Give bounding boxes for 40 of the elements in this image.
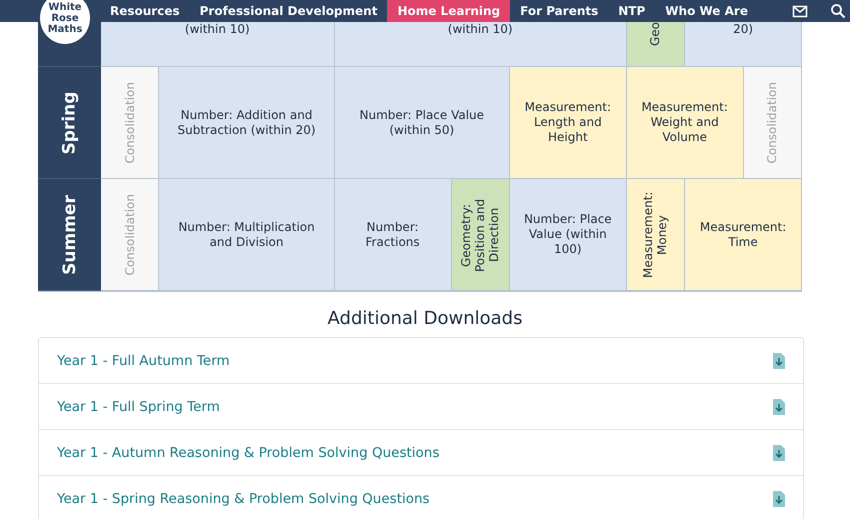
topic-cell: Number: Fractions <box>334 179 452 291</box>
topic-cell: Geo <box>626 22 686 67</box>
topic-cell: Measurement: Money <box>626 179 686 291</box>
mail-icon[interactable] <box>792 3 808 19</box>
file-download-icon[interactable] <box>773 352 785 368</box>
topic-cell: 20) <box>685 22 802 67</box>
topic-cell: Consolidation <box>101 179 160 291</box>
nav-link[interactable]: Home Learning <box>387 0 510 22</box>
topic-cell: Measurement: Time <box>685 179 802 291</box>
file-download-icon[interactable] <box>773 398 785 414</box>
nav-link[interactable]: NTP <box>608 0 656 22</box>
download-link[interactable]: Year 1 - Full Spring Term <box>57 398 220 414</box>
download-link[interactable]: Year 1 - Full Autumn Term <box>57 352 230 368</box>
download-row[interactable]: Year 1 - Full Autumn Term <box>39 338 803 384</box>
topic-cell: Measurement: Weight and Volume <box>626 67 744 179</box>
topic-cell: (within 10) <box>334 22 627 67</box>
topic-cell: Number: Addition and Subtraction (within 20) <box>159 67 335 179</box>
nav-link[interactable]: Professional Development <box>190 0 388 22</box>
topic-cell: Measurement: Length and Height <box>510 67 627 179</box>
download-row[interactable]: Year 1 - Full Spring Term <box>39 384 803 430</box>
season-header: Summer <box>38 179 101 291</box>
topic-cell: (within 10) <box>101 22 335 67</box>
search-icon[interactable] <box>830 3 846 19</box>
download-link[interactable]: Year 1 - Autumn Reasoning & Problem Solving Questions <box>57 444 440 460</box>
nav-link[interactable]: Who We Are <box>655 0 758 22</box>
download-row[interactable]: Year 1 - Spring Reasoning & Problem Solving Questions <box>39 476 803 519</box>
topic-cell: Number: Multiplication and Division <box>159 179 335 291</box>
topic-cell: Consolidation <box>101 67 160 179</box>
nav-link[interactable]: For Parents <box>510 0 608 22</box>
file-download-icon[interactable] <box>773 490 785 506</box>
topic-cell: Number: Place Value (within 50) <box>334 67 510 179</box>
download-row[interactable]: Year 1 - Autumn Reasoning & Problem Solving Questions <box>39 430 803 476</box>
topic-cell: Number: Place Value (within 100) <box>510 179 627 291</box>
nav-link[interactable]: Resources <box>100 0 190 22</box>
section-heading: Additional Downloads <box>326 308 524 329</box>
topic-cell: Geometry: Position and Direction <box>452 179 510 291</box>
season-header: Spring <box>38 67 101 179</box>
topic-cell: Consolidation <box>744 67 802 179</box>
file-download-icon[interactable] <box>773 444 785 460</box>
download-link[interactable]: Year 1 - Spring Reasoning & Problem Solving Questions <box>57 490 430 506</box>
